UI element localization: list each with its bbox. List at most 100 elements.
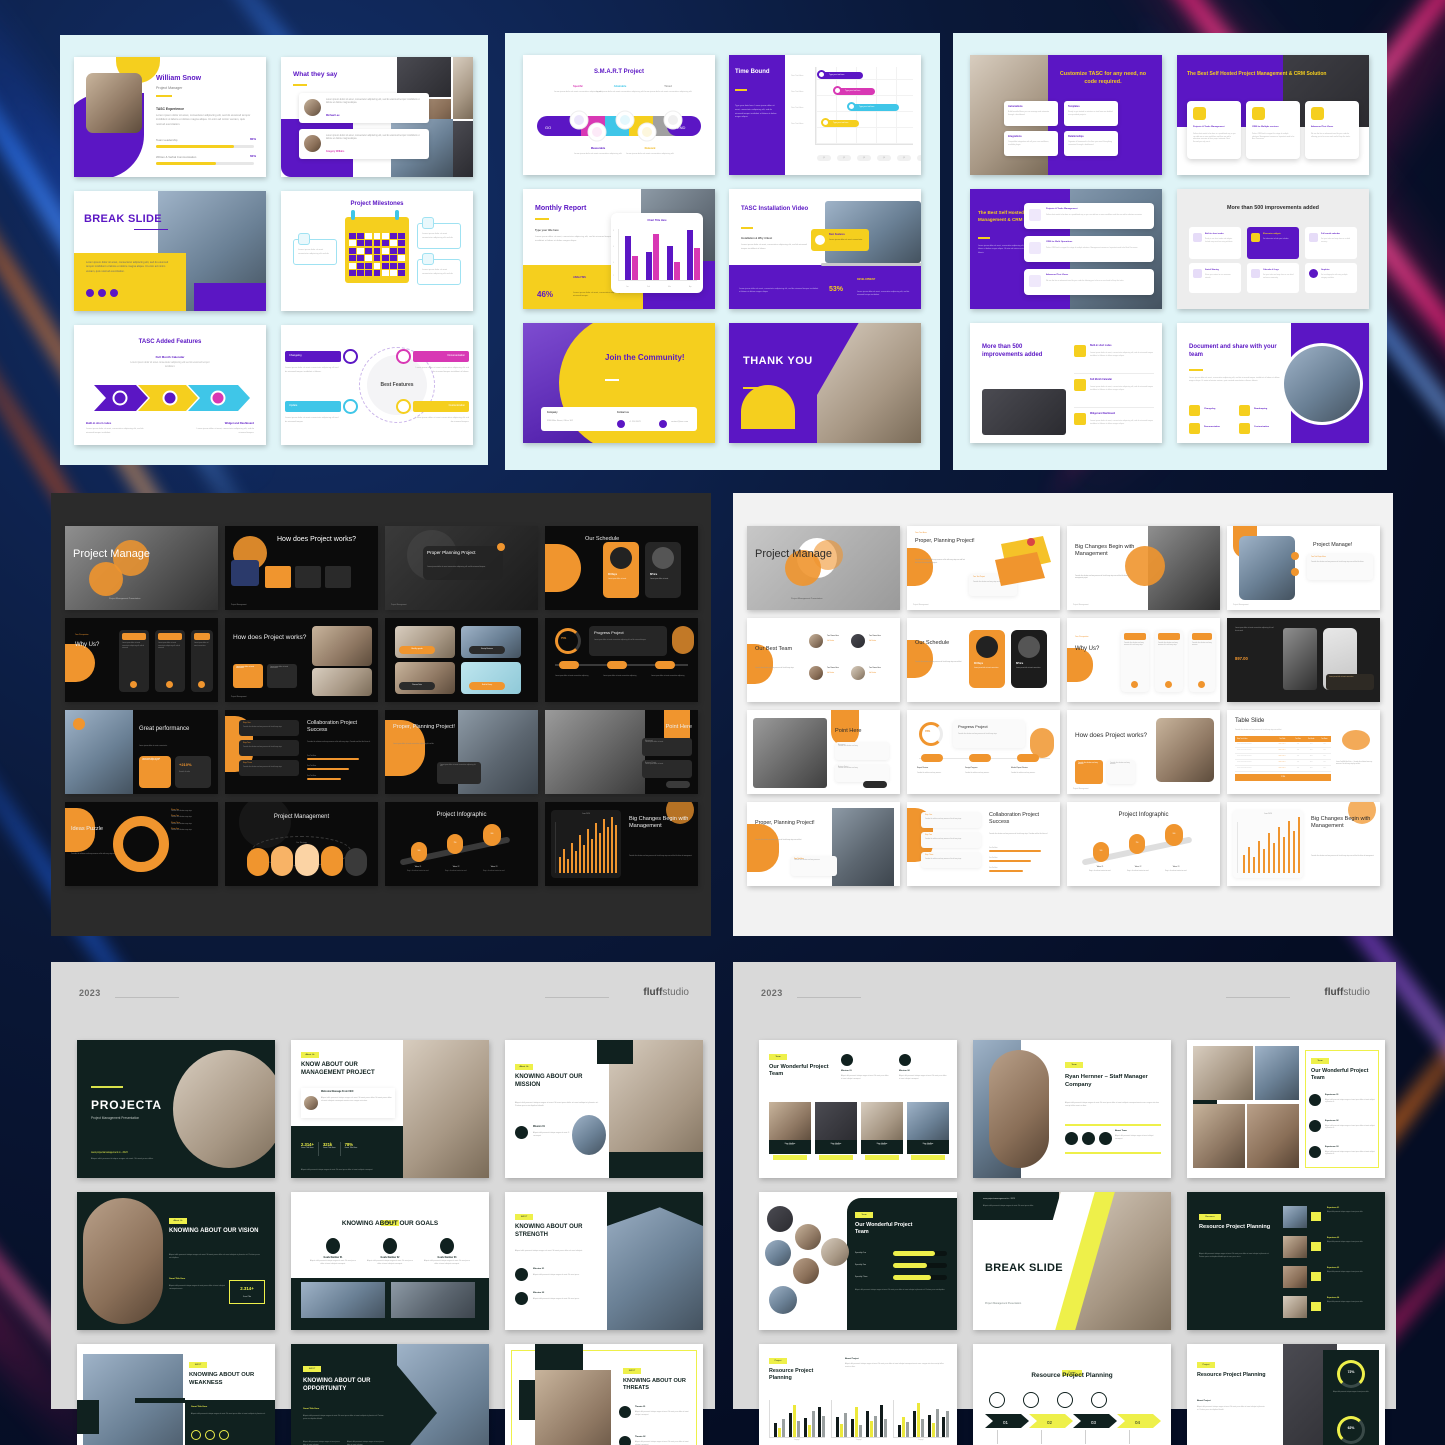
slide-knowing-vision[interactable]: About Us KNOWING ABOUT OUR VISION Alique…: [77, 1192, 275, 1330]
feature-card-4[interactable]: Relationships Organize all teamwork in t…: [1064, 131, 1118, 156]
member-card[interactable]: Krisc Hadline Job Position: [769, 1102, 811, 1160]
feature-card-1[interactable]: Automations Build beautiful flows you ca…: [1004, 101, 1058, 126]
slide-how-project-works-light[interactable]: How does Project works? Consider the sol…: [1067, 710, 1220, 794]
slide-what-they-say[interactable]: What they say Lorem ipsum dolor sit amet…: [281, 57, 473, 177]
slide-team-specialty[interactable]: Team Our Wonderful Project Team Specialt…: [759, 1192, 957, 1330]
chip-update[interactable]: Update: [285, 401, 341, 412]
slide-project-milestones[interactable]: Project Milestones Lorem ipsum dolor sit…: [281, 191, 473, 311]
feature-card-3[interactable]: Integrations Compatible integration with…: [1004, 131, 1058, 156]
feature-tile[interactable]: Graphics Get an infographic with using m…: [1305, 263, 1357, 293]
slide-resource-gauges[interactable]: Project Resource Project Planning About …: [1187, 1344, 1385, 1445]
hosted-card-2[interactable]: CRM for Multiple services Perfect CRM to…: [1246, 101, 1300, 159]
slide-collaboration-light[interactable]: Step One Consider the solutions and easy…: [907, 802, 1060, 886]
slide-progress-project-dark[interactable]: 75% Progress Project Lorem ipsum dolor s…: [545, 618, 698, 702]
caption-chip[interactable]: Build of Group: [469, 682, 505, 690]
note-card[interactable]: Managment Lorem ipsum dolor sit amet.: [642, 738, 692, 756]
slide-document-share[interactable]: Document and share with your team Lorem …: [1177, 323, 1369, 443]
slide-project-manage-light[interactable]: Project Manage! Your Text Project Here C…: [1227, 526, 1380, 610]
info-chip[interactable]: Consider the solutions and easy measure.: [1107, 760, 1135, 784]
why-card[interactable]: Lorem ipsum dolor sit amet consectetur a…: [155, 630, 185, 692]
slide-dark-title[interactable]: Project Manage Project Management Presen…: [65, 526, 218, 610]
schedule-tile-1[interactable]: 30 Days Lorem ipsum dolor sit amet.: [603, 542, 639, 598]
slide-proper-planning-light-b[interactable]: Proper, Planning Project! Consider the s…: [747, 802, 900, 886]
schedule-tile-2[interactable]: $Price Lorem ipsum dolor sit amet consec…: [1011, 630, 1047, 688]
social-icon-instagram[interactable]: [110, 289, 118, 297]
step-card[interactable]: Step Three Consider the solutions and ea…: [239, 760, 299, 776]
slide-best-self-hosted-b[interactable]: The Best Self Hosted Project Management …: [970, 189, 1162, 309]
slide-team-grid[interactable]: Team Our Wonderful Project Team Mission …: [759, 1040, 957, 1178]
slide-tasc-added-features[interactable]: TASC Added Features Full Month Calendar …: [74, 325, 266, 445]
slide-collaboration-dark[interactable]: Step One Consider the solutions and easy…: [225, 710, 378, 794]
slide-knowing-weakness[interactable]: SWOT KNOWING ABOUT OUR WEAKNESS Great Ti…: [77, 1344, 275, 1445]
slide-knowing-strength[interactable]: SWOT KNOWING ABOUT OUR STRENGTH Aliquet …: [505, 1192, 703, 1330]
slide-how-project-works-a[interactable]: How does Project works? Project Manageme…: [225, 526, 378, 610]
slide-big-changes-light[interactable]: Big Changes Begin with Management Consid…: [1067, 526, 1220, 610]
member-card[interactable]: Krisc Hadline Job Position: [815, 1102, 857, 1160]
slide-projecta-title[interactable]: PROJECTA Project Management Presentation…: [77, 1040, 275, 1178]
slide-big-changes-light-b[interactable]: June 2024 Big Changes Begin with Managem…: [1227, 802, 1380, 886]
slide-best-self-hosted-a[interactable]: The Best Self Hosted Project Management …: [1177, 55, 1369, 175]
note-card[interactable]: Business Project Lorem ipsum dolor sit am…: [642, 760, 692, 778]
slide-improvements-grid[interactable]: More than 500 improvements added Built-i…: [1177, 189, 1369, 309]
why-card[interactable]: Consider the solutions and easy measure.: [1189, 630, 1215, 692]
slide-our-schedule-light[interactable]: Our Schedule Consider the solutions and …: [907, 618, 1060, 702]
note-card[interactable]: Your Text Project Here Consider the solu…: [1307, 554, 1373, 580]
slide-why-us-light[interactable]: Your Perspective Why Us? Consider the so…: [1067, 618, 1220, 702]
slide-gallery-dark[interactable]: Monthly agenda Startup Business Process …: [385, 618, 538, 702]
table-row[interactable]: Lorem ipsum dolor sit amet BEST TODAY Li…: [1235, 766, 1331, 772]
info-chip[interactable]: Consider the solutions and easy measure.: [1075, 760, 1103, 784]
slide-how-project-works-b[interactable]: How does Project works? Lorem ipsum dolo…: [225, 618, 378, 702]
quote-card-1[interactable]: Lorem ipsum dolor sit amet, consectetur …: [299, 93, 429, 123]
chip-changelog[interactable]: Changelog: [285, 351, 341, 362]
slide-knowing-opportunity[interactable]: SWOT KNOWING ABOUT OUR OPPORTUNITY Great…: [291, 1344, 489, 1445]
slide-big-changes-dark[interactable]: June 2024 Big Changes Begin with Managem…: [545, 802, 698, 886]
feature-tile[interactable]: Social Sharing Share your content on our…: [1189, 263, 1241, 293]
slide-proper-planning-light[interactable]: Your Text Here Proper, Planning Project!…: [907, 526, 1060, 610]
why-card[interactable]: Lorem ipsum dolor sit amet consectetur.: [191, 630, 213, 692]
step-card[interactable]: Step Two Consider the solutions and easy…: [239, 740, 299, 756]
slide-project-management-dark[interactable]: Project Management Our Strategy: [225, 802, 378, 886]
step-card[interactable]: Step Two Consider the solutions and easy…: [921, 832, 981, 848]
social-icon-twitter[interactable]: [98, 289, 106, 297]
slide-point-here-dark[interactable]: Point Here Managment Lorem ipsum dolor si…: [545, 710, 698, 794]
slide-resource-process[interactable]: Project Resource Project Planning 01 02 …: [973, 1344, 1171, 1445]
feature-card-2[interactable]: Templates Ready to get started in minute…: [1064, 101, 1118, 126]
member-card[interactable]: Krisc Hadline Job Position: [861, 1102, 903, 1160]
slide-table-light[interactable]: Table Slide Consider the solutions and e…: [1227, 710, 1380, 794]
slide-proper-planning-b[interactable]: Proper, Planning Project! Lorem ipsum do…: [385, 710, 538, 794]
social-icon-facebook[interactable]: [86, 289, 94, 297]
slide-progress-project-light[interactable]: 78% Progress Project Consider the soluti…: [907, 710, 1060, 794]
note-card[interactable]: Managment Consider the solutions and easy…: [835, 742, 889, 760]
social-icon[interactable]: [1065, 1132, 1078, 1145]
milestone-card-r1[interactable]: Lorem ipsum dolor sit amet consectetur a…: [417, 217, 461, 249]
step-card[interactable]: Step One Consider the solutions and easy…: [921, 812, 981, 828]
slide-team-experiences[interactable]: Team Our Wonderful Project Team Experien…: [1187, 1040, 1385, 1178]
feature-tile[interactable]: Built-in short codes Ready to use short …: [1189, 227, 1241, 259]
slide-point-here-light[interactable]: Point Here Managment Consider the solutio…: [747, 710, 900, 794]
schedule-tile-1[interactable]: 30 Days Lorem ipsum dolor sit amet conse…: [969, 630, 1005, 688]
slide-tasc-installation-video[interactable]: TASC Installation Video Installation & W…: [729, 189, 921, 309]
slide-resource-charts[interactable]: Project Resource Project Planning About …: [759, 1344, 957, 1445]
milestone-card-left[interactable]: Lorem ipsum dolor sit amet consectetur a…: [293, 233, 337, 265]
slide-knowing-mission[interactable]: About Us KNOWING ABOUT OUR MISSION Aliqu…: [505, 1040, 703, 1178]
why-card[interactable]: Consider the solutions and easy measure …: [1121, 630, 1149, 692]
caption-chip[interactable]: Startup Business: [469, 646, 505, 654]
slide-knowing-threats[interactable]: SWOT KNOWING ABOUT OUR THREATS Threats 0…: [505, 1344, 703, 1445]
member-card[interactable]: Krisc Hadline Job Position: [907, 1102, 949, 1160]
quote-card-2[interactable]: Lorem ipsum dolor sit amet, consectetur …: [299, 129, 429, 159]
caption-chip[interactable]: Process Data: [399, 682, 435, 690]
why-card[interactable]: Consider the solutions and easy measure …: [1155, 630, 1183, 692]
social-icon[interactable]: [1082, 1132, 1095, 1145]
slide-best-features[interactable]: Best Features Changelog Lorem ipsum dolo…: [281, 325, 473, 445]
stat-card[interactable]: +210% Growth of sales: [175, 756, 211, 788]
slide-monthly-report[interactable]: Monthly Report Type your title here Lore…: [523, 189, 715, 309]
chip-customization[interactable]: Customization: [413, 401, 469, 412]
slide-customize-tasc[interactable]: Customize TASC for any need, no code req…: [970, 55, 1162, 175]
note-card[interactable]: Business Project Consider the solutions a…: [835, 764, 889, 782]
slide-great-performance[interactable]: Great performance Lorem ipsum dolor sit …: [65, 710, 218, 794]
slide-our-schedule-dark[interactable]: Our Schedule 30 Days Lorem ipsum dolor s…: [545, 526, 698, 610]
why-card[interactable]: Lorem ipsum dolor sit amet consectetur a…: [119, 630, 149, 692]
note-card[interactable]: Your Text Here Consider the solutions and…: [791, 856, 837, 876]
slide-product-card-light[interactable]: Lorem ipsum dolor sit amet consectetur a…: [1227, 618, 1380, 702]
slide-join-community[interactable]: Join the Community! Company 3980 Elite S…: [523, 323, 715, 443]
